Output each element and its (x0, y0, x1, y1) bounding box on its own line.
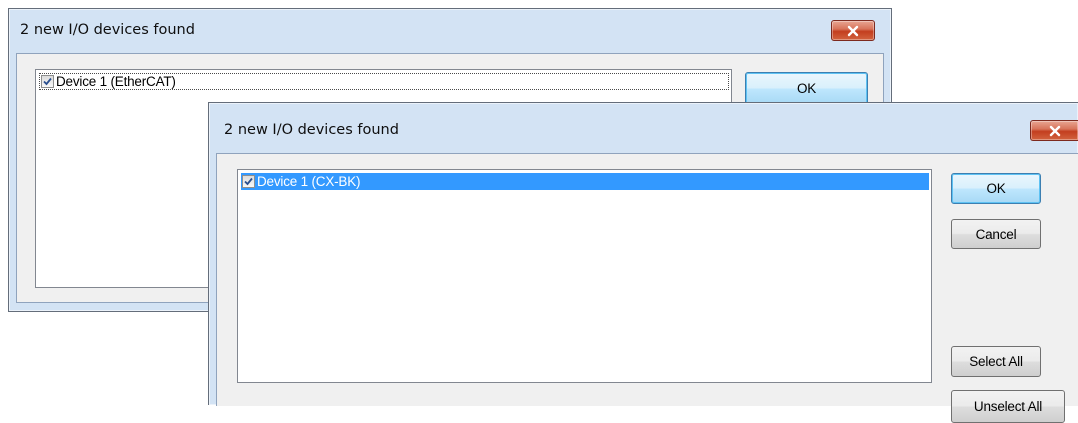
list-item-device[interactable]: Device 1 (CX-BK) (241, 173, 929, 190)
close-icon (847, 25, 859, 36)
checkmark-icon (43, 77, 52, 86)
device-list[interactable]: Device 1 (CX-BK) (237, 169, 932, 383)
close-icon (1049, 125, 1060, 136)
select-all-button[interactable]: Select All (951, 346, 1041, 377)
ok-button[interactable]: OK (745, 72, 868, 105)
close-button[interactable] (1030, 120, 1078, 141)
dialog-cxbk-devices: 2 new I/O devices found Device 1 (CX-BK)… (208, 102, 1078, 423)
cancel-button[interactable]: Cancel (951, 219, 1041, 249)
device-label: Device 1 (EtherCAT) (56, 74, 176, 89)
device-checkbox[interactable] (41, 75, 54, 88)
close-button[interactable] (831, 20, 875, 41)
ok-button[interactable]: OK (951, 173, 1041, 204)
unselect-all-button[interactable]: Unselect All (951, 390, 1065, 423)
checkmark-icon (244, 177, 253, 186)
list-item-device[interactable]: Device 1 (EtherCAT) (39, 73, 729, 90)
device-label: Device 1 (CX-BK) (257, 174, 361, 189)
device-checkbox[interactable] (242, 175, 255, 188)
dialog-client-area: Device 1 (CX-BK) OK Cancel Select All Un… (216, 153, 1078, 423)
dialog-title: 2 new I/O devices found (20, 22, 195, 38)
dialog-title: 2 new I/O devices found (224, 122, 399, 138)
